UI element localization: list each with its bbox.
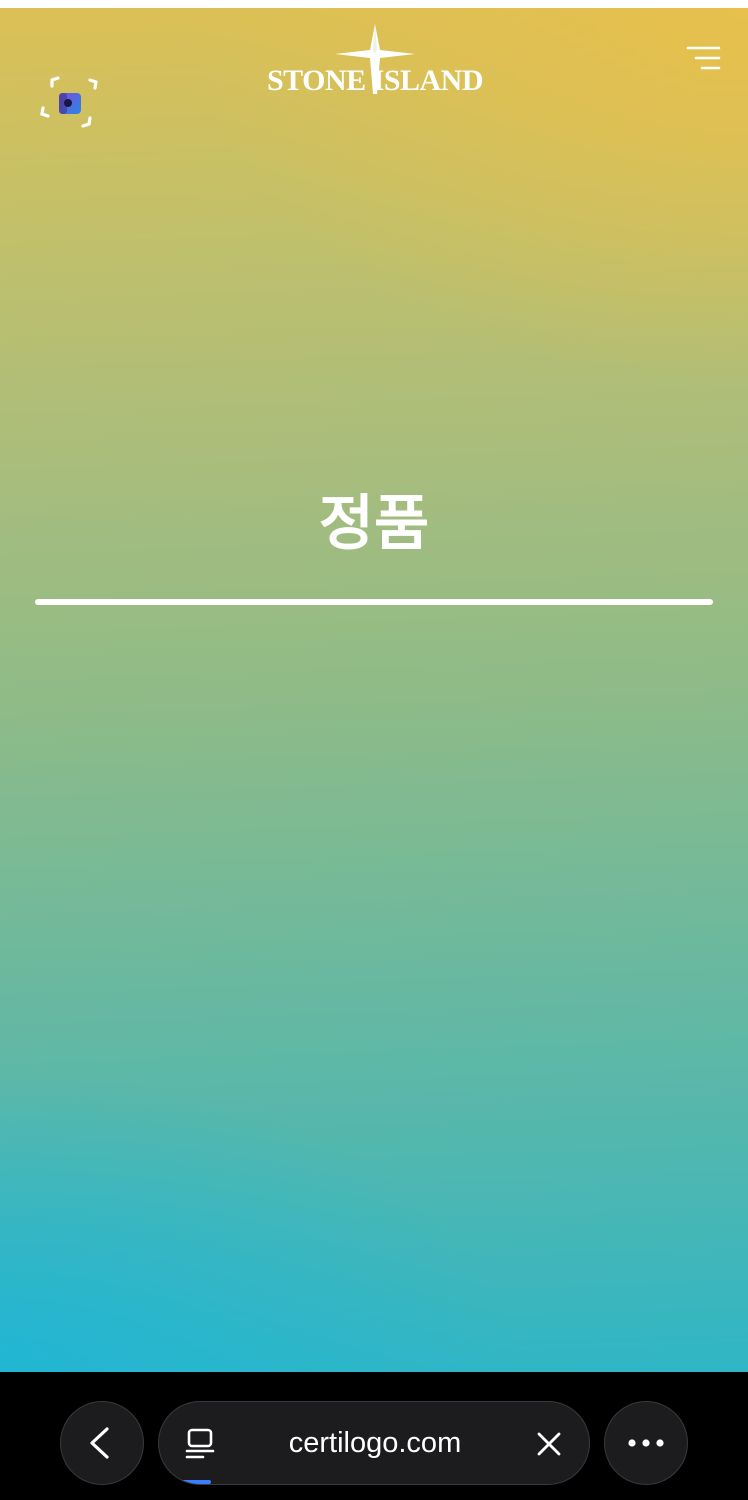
more-options-button[interactable] [604, 1401, 688, 1485]
loading-indicator [181, 1480, 211, 1484]
top-strip [0, 0, 748, 8]
scan-frame-icon [40, 76, 98, 128]
scan-button[interactable] [38, 66, 102, 134]
brand-name: STONE ISLAND [266, 64, 484, 97]
menu-button[interactable] [684, 46, 724, 78]
certificate-page: STONE ISLAND 정품 [0, 8, 748, 1372]
address-bar[interactable]: certilogo.com [158, 1401, 590, 1485]
close-icon [537, 1432, 561, 1456]
tabs-button[interactable] [183, 1426, 219, 1462]
hamburger-menu-icon [686, 46, 721, 70]
back-button[interactable] [60, 1401, 144, 1485]
screen: STONE ISLAND 정품 certilogo.com [0, 0, 748, 1500]
url-text[interactable]: certilogo.com [259, 1402, 491, 1484]
chevron-left-icon [90, 1427, 109, 1459]
clear-url-button[interactable] [531, 1426, 567, 1462]
status-divider [35, 599, 713, 605]
authenticity-status-label: 정품 [318, 489, 430, 559]
brand-logo: STONE ISLAND [264, 24, 486, 108]
tabs-icon [185, 1428, 215, 1459]
browser-toolbar: certilogo.com [0, 1372, 748, 1500]
ellipsis-icon [628, 1439, 664, 1447]
